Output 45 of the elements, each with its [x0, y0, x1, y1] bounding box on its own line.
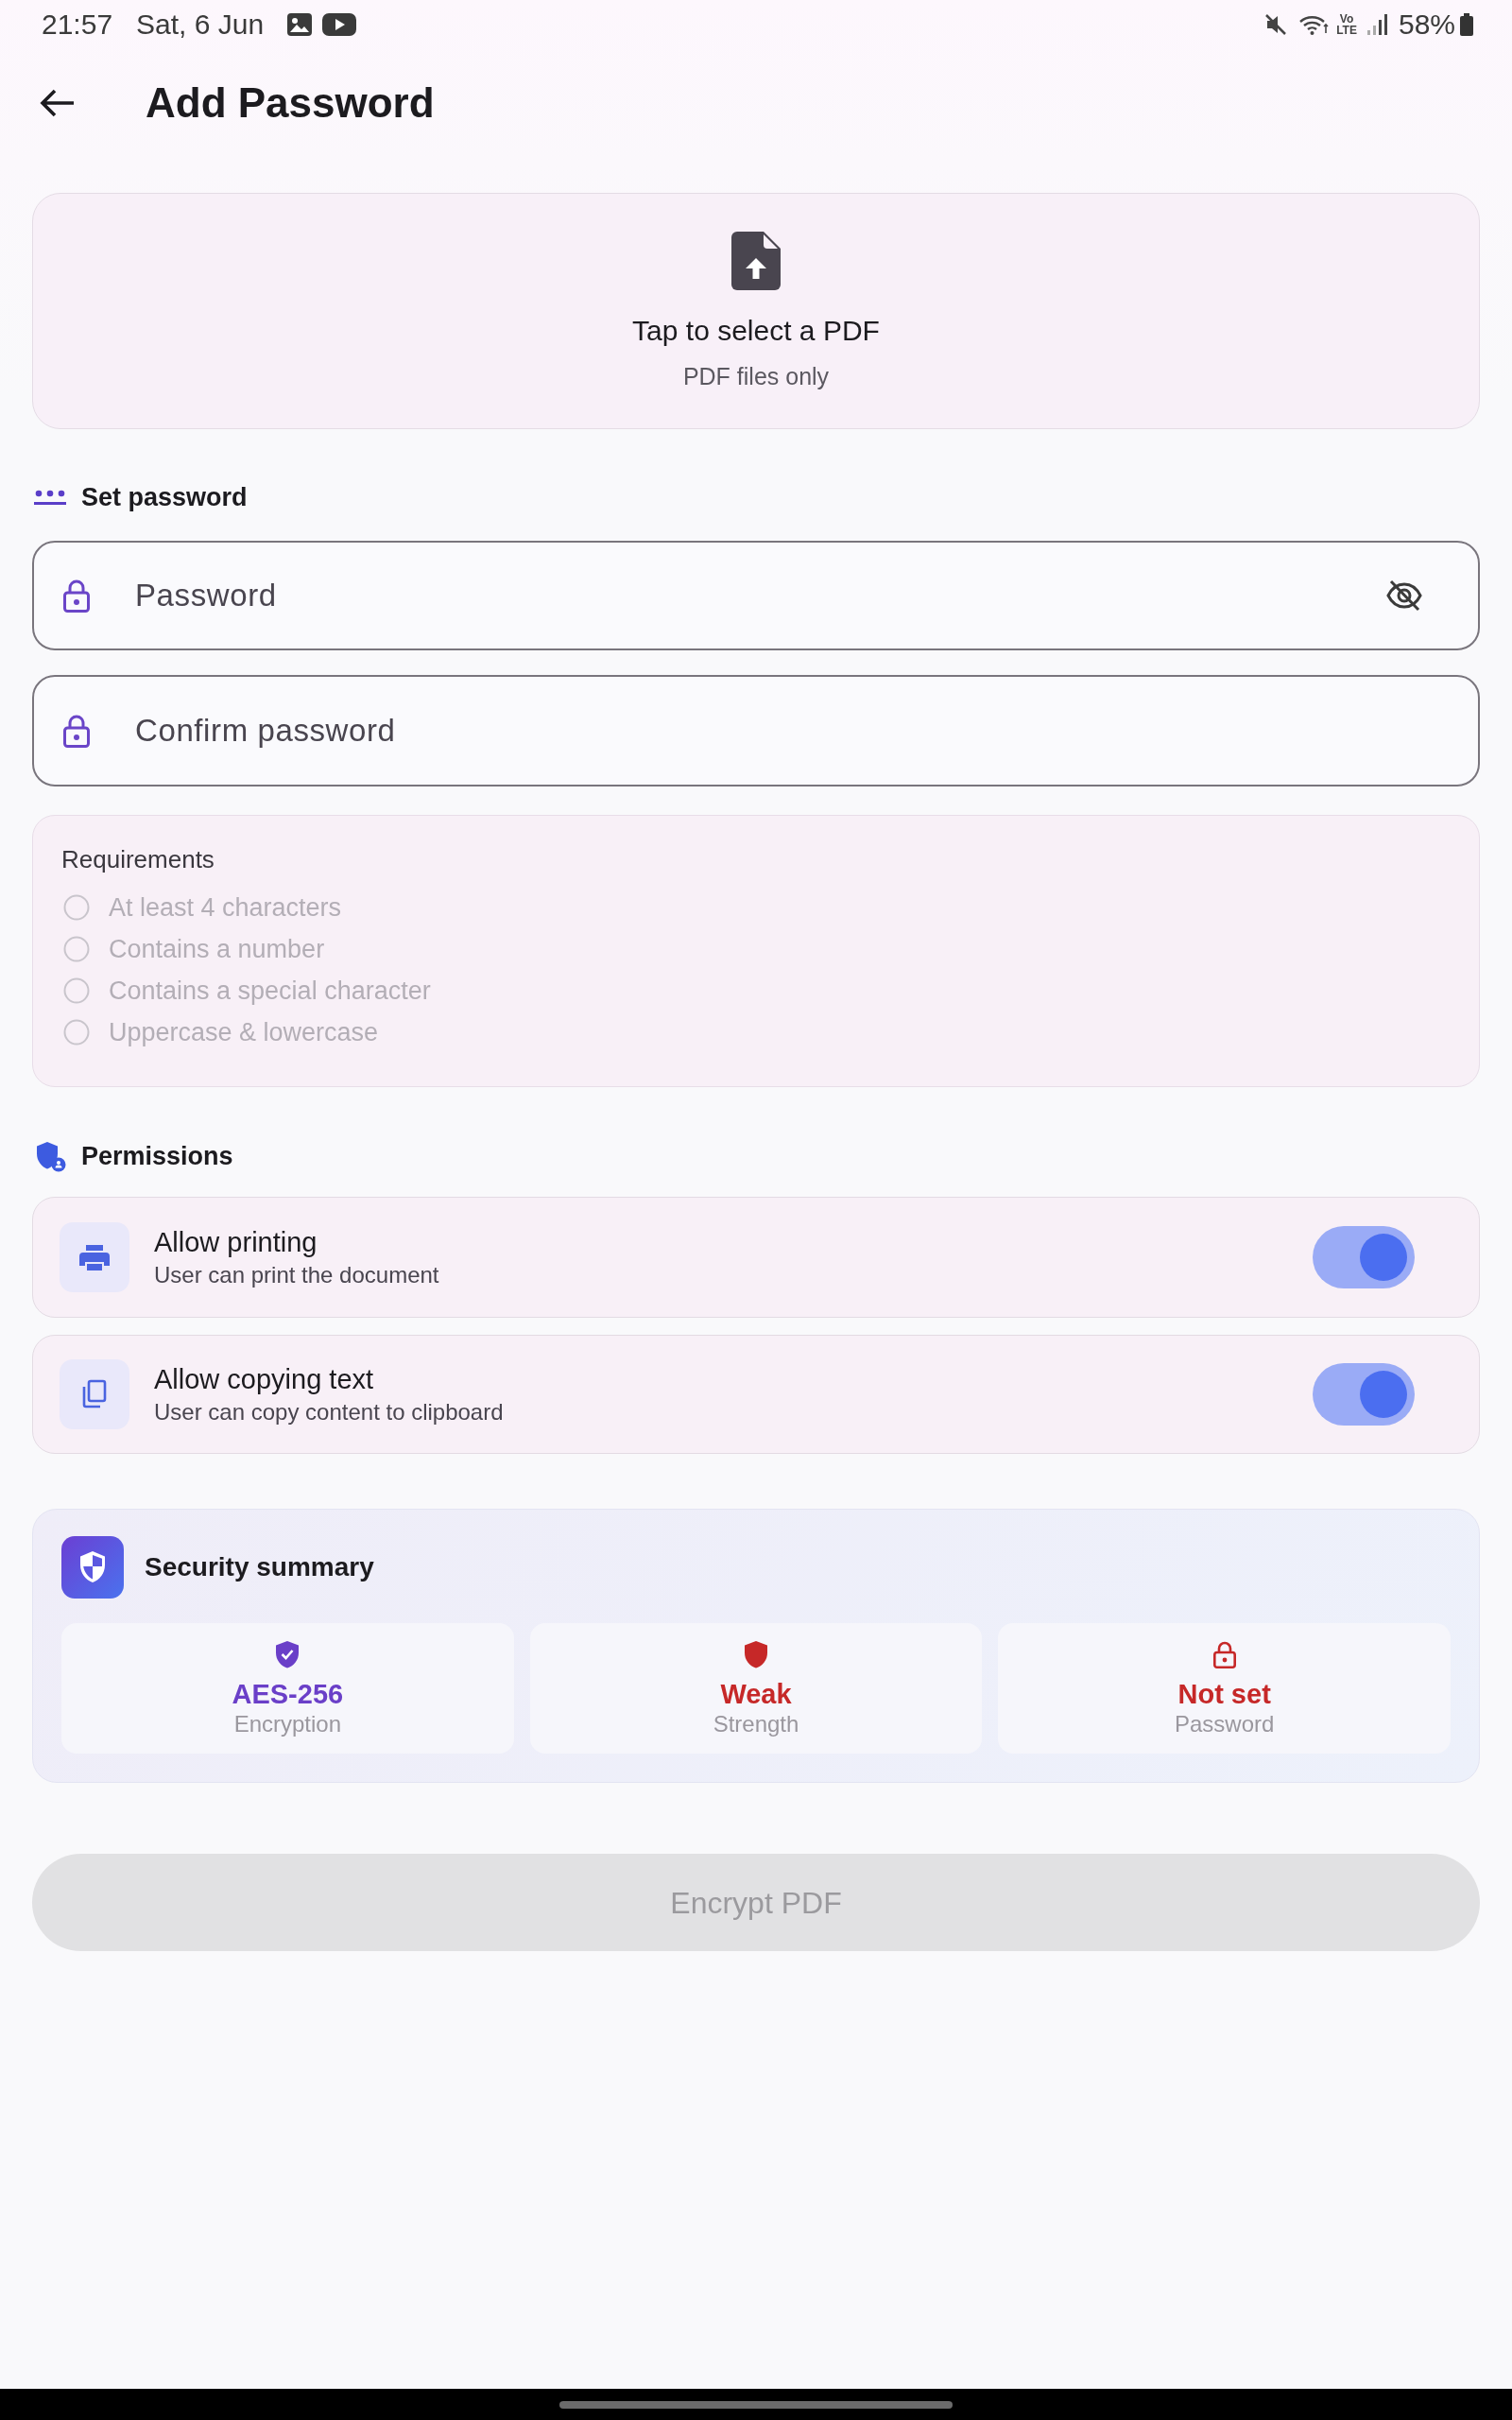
security-shield-icon: [61, 1536, 124, 1599]
back-arrow-icon[interactable]: [38, 87, 76, 119]
lock-icon: [62, 578, 91, 614]
requirement-text: At least 4 characters: [109, 892, 342, 924]
password-dots-icon: [34, 488, 66, 507]
drop-area-title: Tap to select a PDF: [632, 314, 880, 348]
battery-icon: [1459, 13, 1474, 36]
summary-label: Strength: [713, 1710, 799, 1738]
network-type-text: Vo: [1339, 13, 1354, 25]
requirement-text: Uppercase & lowercase: [109, 1017, 379, 1048]
summary-label: Encryption: [233, 1710, 341, 1738]
printer-icon: [60, 1222, 129, 1292]
gallery-icon: [286, 12, 314, 37]
section-heading: Set password: [81, 482, 248, 513]
requirements-title: Requirements: [61, 844, 215, 874]
permission-title: Allow copying text: [154, 1363, 374, 1396]
permission-description: User can print the document: [154, 1261, 439, 1289]
requirement-text: Contains a number: [109, 934, 325, 965]
battery-percent: 58%: [1398, 8, 1455, 42]
section-heading: Permissions: [81, 1141, 233, 1172]
summary-label: Password: [1174, 1710, 1275, 1738]
screen-title: Add Password: [146, 78, 435, 128]
network-type-text: LTE: [1336, 25, 1357, 36]
summary-value: Not set: [1177, 1678, 1271, 1710]
home-indicator[interactable]: [559, 2400, 953, 2409]
file-upload-icon: [731, 232, 781, 290]
confirm-password-field[interactable]: Confirm password: [32, 675, 1480, 786]
file-drop-area[interactable]: Tap to select a PDF PDF files only: [32, 193, 1480, 429]
eye-slash-icon[interactable]: [1385, 579, 1423, 612]
signal-icon: [1366, 13, 1387, 36]
shield-icon: [34, 1140, 66, 1172]
password-field[interactable]: Password: [32, 541, 1480, 650]
summary-value: Weak: [720, 1678, 792, 1710]
requirement-text: Contains a special character: [109, 976, 431, 1007]
status-time: 21:57: [42, 8, 113, 42]
mute-icon: [1264, 12, 1288, 37]
permission-description: User can copy content to clipboard: [154, 1398, 504, 1426]
summary-title: Security summary: [145, 1551, 374, 1583]
lock-icon: [62, 713, 91, 749]
status-date: Sat, 6 Jun: [136, 8, 265, 42]
permission-title: Allow printing: [154, 1226, 318, 1259]
video-icon: [322, 12, 357, 37]
drop-area-hint: PDF files only: [682, 362, 830, 390]
copy-icon: [60, 1359, 129, 1429]
summary-value: AES-256: [232, 1678, 344, 1710]
